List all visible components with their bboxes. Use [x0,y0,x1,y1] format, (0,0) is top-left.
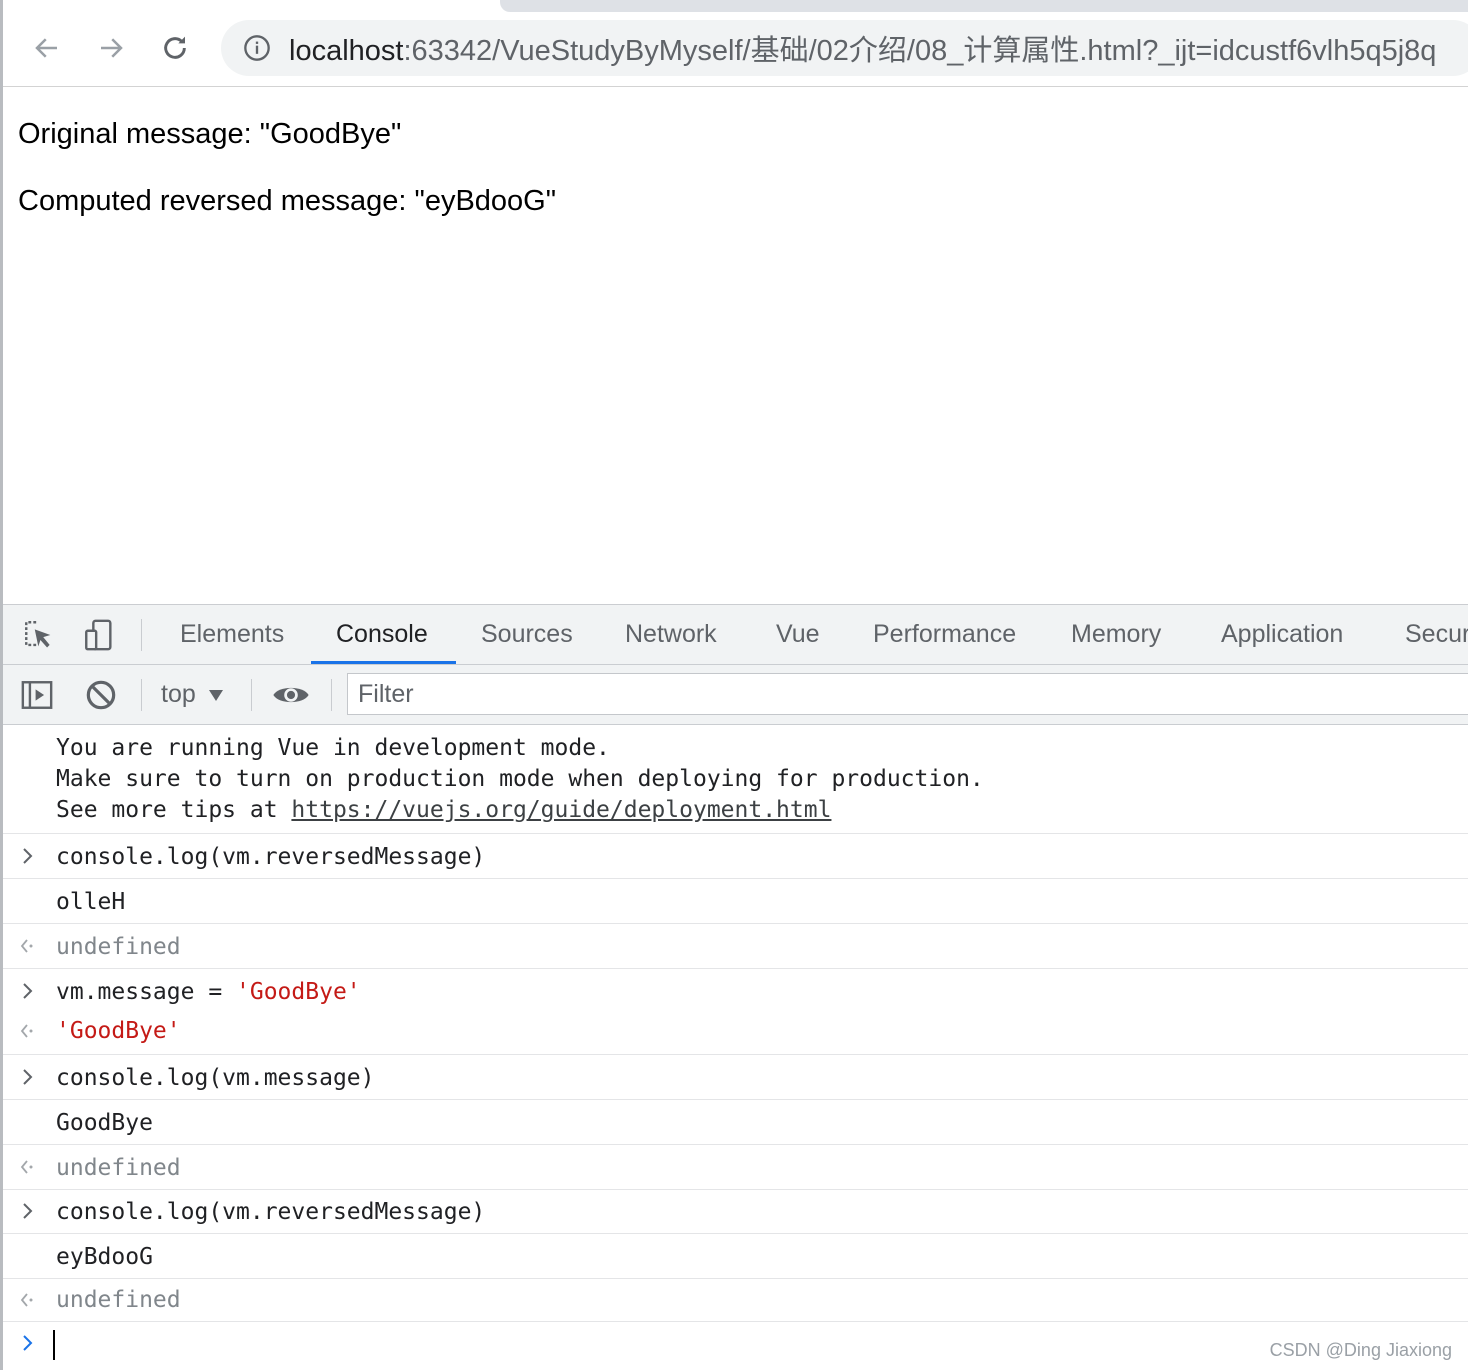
console-toolbar: top [3,665,1468,725]
return-arrow-icon [17,1019,39,1043]
caret-down-icon [208,689,223,701]
device-toolbar-icon[interactable] [79,615,119,655]
sidebar-toggle-icon[interactable] [17,675,57,715]
tab-performance[interactable]: Performance [873,605,1016,664]
log-text: olleH [56,889,126,915]
console-log-row: olleH [3,879,1468,924]
url-path: :63342/VueStudyByMyself/基础/02介绍/08_计算属性.… [403,35,1437,67]
console-log-row: eyBdooG [3,1234,1468,1279]
tab-vue[interactable]: Vue [776,605,820,664]
result-text: 'GoodBye' [56,1018,181,1044]
message-text-prefix: See more tips at [56,797,292,823]
tab-elements[interactable]: Elements [180,605,284,664]
tab-sources[interactable]: Sources [481,605,573,664]
console-result-row: undefined [3,1279,1468,1322]
live-expression-icon[interactable] [269,675,313,715]
tab-strip [500,0,1468,12]
context-label: top [161,680,196,708]
log-text: GoodBye [56,1110,153,1136]
prompt-chevron-icon [17,1330,39,1356]
browser-window: localhost:63342/VueStudyByMyself/基础/02介绍… [0,0,1468,1370]
url-host: localhost [289,35,404,67]
console-message-vue-notice: You are running Vue in development mode.… [3,725,1468,834]
inspect-element-icon[interactable] [19,615,59,655]
command-text: vm.message = 'GoodBye' [56,979,361,1005]
chevron-right-icon [17,1199,39,1223]
string-literal: 'GoodBye' [236,979,361,1005]
command-text: console.log(vm.reversedMessage) [56,1199,486,1225]
context-selector[interactable]: top [161,665,224,724]
console-messages: You are running Vue in development mode.… [3,725,1468,1370]
tab-memory[interactable]: Memory [1071,605,1161,664]
console-input-row: console.log(vm.message) [3,1055,1468,1100]
log-text: eyBdooG [56,1244,153,1270]
watermark: CSDN @Ding Jiaxiong [1269,1340,1452,1360]
clear-console-icon[interactable] [81,675,121,715]
return-arrow-icon [17,1155,39,1179]
chevron-right-icon [17,844,39,868]
tab-application[interactable]: Application [1221,605,1343,664]
arrow-left-icon [35,38,57,58]
separator [251,679,252,711]
computed-message: Computed reversed message: "eyBdooG" [18,185,557,217]
console-input-row: vm.message = 'GoodBye' [3,969,1468,1011]
console-input-row: console.log(vm.reversedMessage) [3,834,1468,879]
result-text: undefined [56,934,181,960]
result-text: undefined [56,1287,181,1313]
reload-icon [164,36,186,59]
return-arrow-icon [17,934,39,958]
command-text: console.log(vm.reversedMessage) [56,844,486,870]
console-result-row: 'GoodBye' [3,1011,1468,1055]
console-prompt-input[interactable] [53,1330,55,1360]
original-message: Original message: "GoodBye" [18,118,402,150]
command-code: vm.message = [56,979,237,1005]
deployment-link[interactable]: https://vuejs.org/guide/deployment.html [291,797,831,823]
console-log-row: GoodBye [3,1100,1468,1145]
console-result-row: undefined [3,924,1468,969]
info-icon[interactable] [243,34,271,62]
separator [141,679,142,711]
devtools-tabbar: Elements Console Sources Network Vue Per… [3,605,1468,665]
console-result-row: undefined [3,1145,1468,1190]
result-text: undefined [56,1155,181,1181]
message-text: You are running Vue in development mode. [56,735,610,761]
command-text: console.log(vm.message) [56,1065,375,1091]
separator [331,679,332,711]
back-button[interactable] [25,26,69,70]
browser-toolbar: localhost:63342/VueStudyByMyself/基础/02介绍… [3,12,1468,87]
arrow-right-icon [101,38,123,58]
tab-security[interactable]: Secur [1405,605,1468,664]
address-bar[interactable]: localhost:63342/VueStudyByMyself/基础/02介绍… [221,20,1468,76]
filter-input[interactable] [347,673,1468,715]
message-text: Make sure to turn on production mode whe… [56,766,984,792]
url-text[interactable]: localhost:63342/VueStudyByMyself/基础/02介绍… [289,27,1436,69]
return-arrow-icon [17,1288,39,1312]
tab-network[interactable]: Network [625,605,717,664]
message-text: See more tips at https://vuejs.org/guide… [56,797,831,823]
chevron-right-icon [17,979,39,1003]
active-tab-indicator [311,661,456,664]
chevron-right-icon [17,1065,39,1089]
console-input-row: console.log(vm.reversedMessage) [3,1190,1468,1234]
forward-button[interactable] [89,26,133,70]
tab-console[interactable]: Console [336,605,428,664]
separator [141,619,142,651]
reload-button[interactable] [153,26,197,70]
